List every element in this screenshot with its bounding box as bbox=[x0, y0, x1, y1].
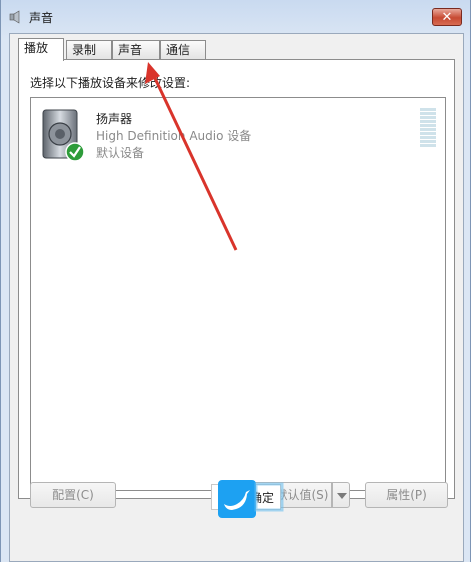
tab-label: 播放 bbox=[24, 41, 49, 55]
volume-level-meter bbox=[420, 108, 436, 148]
playback-panel: 选择以下播放设备来修改设置: 扬声器 High Definition Audio… bbox=[18, 59, 455, 499]
window-title: 声音 bbox=[29, 11, 54, 25]
close-button[interactable]: ✕ bbox=[432, 8, 462, 26]
tab-communications[interactable]: 通信 bbox=[160, 40, 206, 60]
tab-label: 声音 bbox=[118, 43, 143, 57]
configure-button[interactable]: 配置(C) bbox=[30, 482, 116, 508]
list-item[interactable]: 扬声器 High Definition Audio 设备 默认设备 bbox=[31, 98, 445, 170]
sound-app-icon bbox=[9, 10, 20, 24]
bird-logo-watermark bbox=[218, 480, 284, 518]
check-icon bbox=[65, 142, 85, 162]
set-default-dropdown[interactable] bbox=[332, 482, 350, 508]
tab-sounds[interactable]: 声音 bbox=[112, 40, 160, 60]
speaker-icon bbox=[42, 109, 85, 162]
device-name: 扬声器 bbox=[96, 112, 133, 126]
tab-playback[interactable]: 播放 bbox=[18, 38, 64, 61]
properties-button[interactable]: 属性(P) bbox=[365, 482, 448, 508]
instruction-text: 选择以下播放设备来修改设置: bbox=[30, 76, 191, 90]
title-bar[interactable]: 声音 ✕ bbox=[1, 0, 471, 34]
tab-label: 录制 bbox=[72, 43, 97, 57]
device-status: 默认设备 bbox=[96, 146, 145, 160]
tab-recording[interactable]: 录制 bbox=[66, 40, 112, 60]
tab-label: 通信 bbox=[166, 43, 191, 57]
close-icon: ✕ bbox=[441, 10, 453, 25]
device-description: High Definition Audio 设备 bbox=[96, 129, 252, 143]
device-list[interactable]: 扬声器 High Definition Audio 设备 默认设备 bbox=[30, 97, 446, 491]
